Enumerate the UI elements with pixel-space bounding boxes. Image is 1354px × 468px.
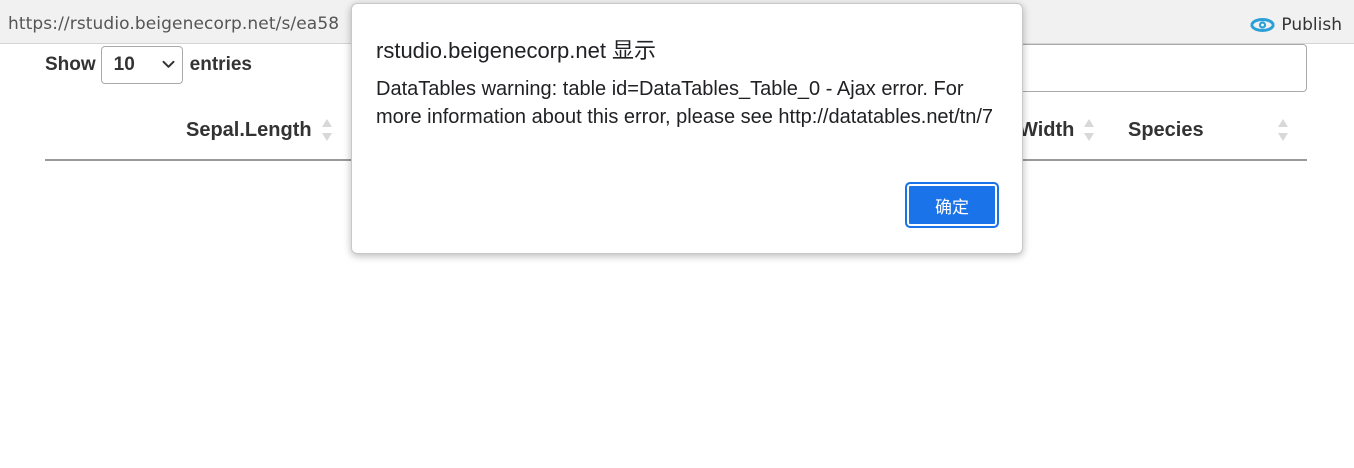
column-header-label: Sepal.Length <box>186 118 312 141</box>
page-length-select[interactable]: 10 <box>100 45 183 84</box>
sort-both-icon <box>1084 119 1095 141</box>
column-header-sepal-length[interactable]: Sepal.Length <box>186 108 334 152</box>
page-length-value: 10 <box>113 53 135 75</box>
length-suffix: entries <box>189 53 252 75</box>
publish-button[interactable]: Publish <box>1250 15 1342 35</box>
column-header-species[interactable]: Species <box>1128 108 1288 152</box>
publish-label: Publish <box>1281 15 1342 35</box>
column-header-label: Width <box>1019 118 1075 141</box>
alert-dialog: rstudio.beigenecorp.net 显示 DataTables wa… <box>351 3 1023 254</box>
length-control: Show 10 entries <box>45 45 252 84</box>
search-input[interactable] <box>990 44 1307 92</box>
sort-both-icon <box>321 119 332 141</box>
column-header-width[interactable]: Width <box>1019 108 1096 152</box>
length-prefix: Show <box>45 53 96 75</box>
dialog-message: DataTables warning: table id=DataTables_… <box>376 78 994 128</box>
column-header-label: Species <box>1128 118 1204 141</box>
chevron-down-icon <box>162 60 175 68</box>
url-text: https://rstudio.beigenecorp.net/s/ea58 <box>8 14 340 34</box>
sort-both-icon <box>1278 119 1288 141</box>
publish-icon <box>1250 18 1275 32</box>
dialog-title: rstudio.beigenecorp.net 显示 <box>376 38 657 63</box>
ok-button[interactable]: 确定 <box>905 182 999 228</box>
